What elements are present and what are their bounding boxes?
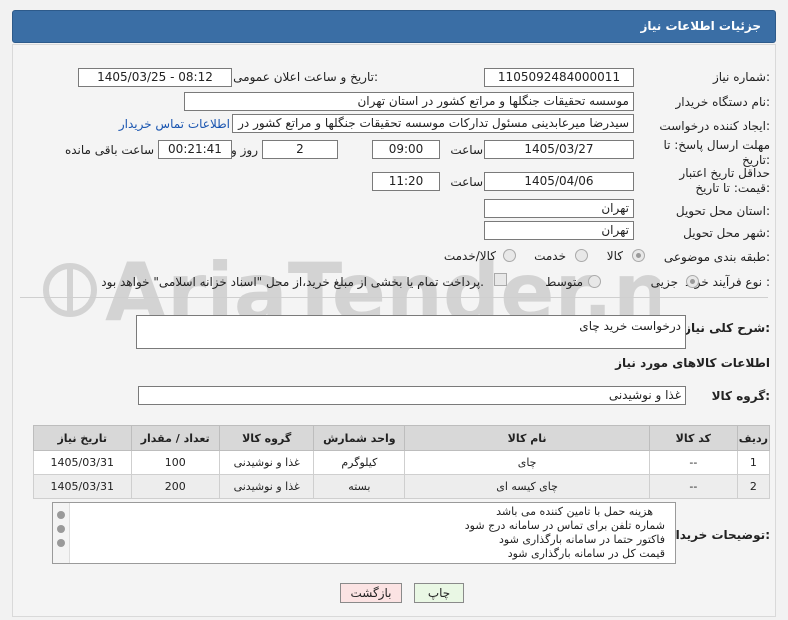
cell-goods-code: -- [648,450,738,475]
price-validity-label: حداقل تاریخ اعتبار قیمت: تا تاریخ: [679,166,770,195]
col-row: ردیف [736,425,771,451]
delivery-province-label: استان محل تحویل: [675,204,770,218]
process-radio-medium[interactable] [588,275,601,288]
cell-goods-name: چای [404,450,650,475]
cell-unit: بسته [313,474,406,499]
cell-unit: کیلوگرم [313,450,406,475]
scroll-dot-icon[interactable] [57,511,65,519]
cell-need-date: 1405/03/31 [33,450,132,475]
delivery-city-label: شهر محل تحویل: [683,226,770,240]
scroll-dot-icon[interactable] [57,539,65,547]
reply-date-field: 1405/03/27 [484,140,634,159]
scroll-dot-icon[interactable] [57,525,65,533]
description-field: درخواست خرید چای [136,315,686,349]
cell-goods-group: غذا و نوشیدنی [218,450,315,475]
note-line: هزینه حمل با تامین کننده می باشد [496,505,653,518]
announce-label: تاریخ و ساعت اعلان عمومی: [233,70,378,84]
category-option-goods: کالا [606,249,623,263]
description-label: شرح کلی نیاز: [684,321,770,335]
price-date-field: 1405/04/06 [484,172,634,191]
category-option-service: خدمت [534,249,566,263]
divider [20,297,768,298]
goods-table: تاریخ نیاز تعداد / مقدار گروه کالا واحد … [33,425,771,499]
table-row: 1405/03/31 200 غذا و نوشیدنی بسته چای کی… [33,474,771,499]
note-line: قیمت کل در سامانه بارگذاری شود [507,547,665,560]
cell-row: 2 [736,474,771,499]
remaining-time-field: 00:21:41 [158,140,232,159]
need-number-field: 1105092484000011 [484,68,634,87]
treasury-payment-note: پرداخت تمام یا بخشی از مبلغ خرید،از محل … [101,275,484,289]
delivery-city-field: تهران [484,221,634,240]
col-unit: واحد شمارش [313,425,406,451]
cell-goods-group: غذا و نوشیدنی [218,474,315,499]
days-label: روز و [231,143,258,157]
reply-deadline-label: مهلت ارسال پاسخ: تا تاریخ: [663,138,770,167]
process-radio-minor[interactable] [686,275,699,288]
reply-time-field: 09:00 [372,140,440,159]
page-header: جزئیات اطلاعات نیاز [12,10,776,43]
need-number-label: شماره نیاز: [712,70,770,84]
cell-quantity: 100 [130,450,220,475]
table-row: 1405/03/31 100 غذا و نوشیدنی کیلوگرم چای… [33,450,771,475]
goods-group-field: غذا و نوشیدنی [138,386,686,405]
print-button[interactable]: چاپ [414,583,464,603]
requester-label: ایجاد کننده درخواست: [659,119,770,133]
category-label: طبقه بندی موضوعی: [663,250,770,264]
buyer-notes-box[interactable]: هزینه حمل با تامین کننده می باشد شماره ت… [52,502,676,564]
cell-goods-code: -- [648,474,738,499]
reply-time-label: ساعت [450,143,483,157]
notes-scrollbar[interactable] [53,503,70,563]
remaining-time-label: ساعت باقی مانده [64,143,154,157]
delivery-province-field: تهران [484,199,634,218]
back-button[interactable]: بازگشت [340,583,402,603]
category-radio-goods-service[interactable] [503,249,516,262]
col-goods-group: گروه کالا [218,425,315,451]
cell-row: 1 [736,450,771,475]
goods-group-label: گروه کالا: [711,389,770,403]
buyer-org-field: موسسه تحقیقات جنگلها و مراتع کشور در است… [184,92,634,111]
cell-quantity: 200 [130,474,220,499]
col-need-date: تاریخ نیاز [33,425,132,451]
col-goods-name: نام کالا [404,425,650,451]
note-line: شماره تلفن برای تماس در سامانه درج شود [464,519,665,532]
goods-section-title: اطلاعات کالاهای مورد نیاز [615,356,770,370]
process-option-medium: متوسط [545,275,583,289]
requester-field: سیدرضا میرعابدینی مسئول تدارکات موسسه تح… [232,114,634,133]
category-radio-service[interactable] [575,249,588,262]
days-field: 2 [262,140,338,159]
col-quantity: تعداد / مقدار [130,425,220,451]
category-option-goods-service: کالا/خدمت [443,249,496,263]
buyer-org-label: نام دستگاه خریدار: [675,95,771,109]
treasury-payment-checkbox[interactable] [494,273,507,286]
process-option-minor: جزیی [650,275,678,289]
price-time-field: 11:20 [372,172,440,191]
col-goods-code: کد کالا [648,425,738,451]
page-title: جزئیات اطلاعات نیاز [640,19,761,33]
buyer-contact-link[interactable]: اطلاعات تماس خریدار [119,117,230,131]
cell-goods-name: چای کیسه ای [404,474,650,499]
goods-table-header: تاریخ نیاز تعداد / مقدار گروه کالا واحد … [33,425,771,451]
cell-need-date: 1405/03/31 [33,474,132,499]
buyer-notes-label: توضیحات خریدار: [668,528,770,542]
note-line: فاکتور حتما در سامانه بارگذاری شود [499,533,665,546]
price-time-label: ساعت [450,175,483,189]
category-radio-goods[interactable] [632,249,645,262]
announce-datetime-field: 1405/03/25 - 08:12 [78,68,232,87]
